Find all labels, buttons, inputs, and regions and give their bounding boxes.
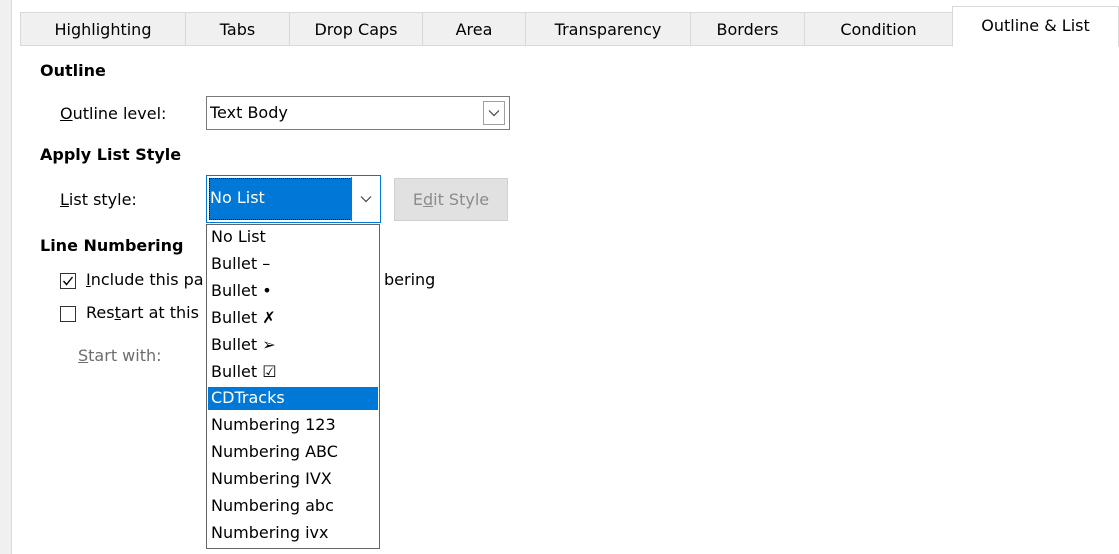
tab-borders[interactable]: Borders <box>690 12 805 46</box>
apply-list-style-heading: Apply List Style <box>40 145 182 164</box>
list-option-cdtracks[interactable]: CDTracks <box>208 387 378 410</box>
list-style-value: No List <box>209 178 352 220</box>
tab-label: Transparency <box>554 19 662 39</box>
label-text: nclude this pa <box>90 270 204 289</box>
list-option-numbering-ivx-lower[interactable]: Numbering ivx <box>208 522 378 545</box>
edit-style-button[interactable]: Ed it Style <box>394 178 508 221</box>
chevron-down-icon[interactable] <box>483 101 505 125</box>
outline-level-value: Text Body <box>210 103 288 122</box>
list-style-dropdown[interactable]: No List <box>206 175 381 223</box>
button-text: E <box>412 190 423 209</box>
checkmark-icon <box>62 276 74 286</box>
button-text: it Style <box>433 190 490 209</box>
tab-drop-caps[interactable]: Drop Caps <box>289 12 423 46</box>
accelerator-char: L <box>60 190 69 209</box>
tab-label: Area <box>455 19 493 39</box>
tab-label: Outline & List <box>981 16 1090 35</box>
tab-outline-and-list[interactable]: Outline & List <box>952 6 1119 47</box>
tab-label: Borders <box>716 19 779 39</box>
tab-label: Highlighting <box>54 19 152 39</box>
list-option-bullet-checkbox[interactable]: Bullet ☑ <box>208 361 378 384</box>
dialog-left-border <box>11 0 12 554</box>
dialog-left-edge <box>0 0 11 554</box>
list-option-numbering-abc-upper[interactable]: Numbering ABC <box>208 441 378 464</box>
list-option-no-list[interactable]: No List <box>208 226 378 249</box>
include-line-numbering-checkbox[interactable] <box>60 273 76 289</box>
list-option-bullet-arrow[interactable]: Bullet ➢ <box>208 334 378 357</box>
label-text: ist style: <box>68 190 137 209</box>
outline-level-dropdown[interactable]: Text Body <box>206 96 510 130</box>
outline-level-label: Outline level: <box>60 104 166 123</box>
label-text: utline level: <box>72 104 167 123</box>
list-option-numbering-123[interactable]: Numbering 123 <box>208 414 378 437</box>
outline-heading: Outline <box>40 61 106 80</box>
restart-numbering-label[interactable]: Restart at this <box>86 303 199 322</box>
tab-tabs[interactable]: Tabs <box>185 12 290 46</box>
include-line-numbering-label[interactable]: Include this pa <box>86 270 204 289</box>
line-numbering-heading: Line Numbering <box>40 236 184 255</box>
list-option-bullet-x[interactable]: Bullet ✗ <box>208 307 378 330</box>
list-style-options-popup: No List Bullet – Bullet • Bullet ✗ Bulle… <box>206 224 380 549</box>
tab-label: Drop Caps <box>314 19 398 39</box>
include-line-numbering-label-tail: bering <box>384 270 436 289</box>
tab-area[interactable]: Area <box>422 12 526 46</box>
tab-label: Condition <box>840 19 917 39</box>
list-option-numbering-abc-lower[interactable]: Numbering abc <box>208 495 378 518</box>
label-text: art at this <box>120 303 199 322</box>
chevron-down-icon[interactable] <box>351 177 379 221</box>
label-text: tart with: <box>88 346 162 365</box>
list-option-bullet-dash[interactable]: Bullet – <box>208 253 378 276</box>
tab-transparency[interactable]: Transparency <box>525 12 691 46</box>
tab-label: Tabs <box>219 19 256 39</box>
tab-highlighting[interactable]: Highlighting <box>20 12 186 46</box>
list-style-label: List style: <box>60 190 137 209</box>
accelerator-char: S <box>78 346 89 365</box>
accelerator-char: O <box>60 104 73 123</box>
accelerator-char: d <box>422 190 434 209</box>
label-text: Res <box>86 303 115 322</box>
restart-numbering-checkbox[interactable] <box>60 306 76 322</box>
list-option-bullet-dot[interactable]: Bullet • <box>208 280 378 303</box>
list-option-numbering-ivx-upper[interactable]: Numbering IVX <box>208 468 378 491</box>
tab-bar: Highlighting Tabs Drop Caps Area Transpa… <box>20 0 1119 47</box>
tab-condition[interactable]: Condition <box>804 12 953 46</box>
start-with-label: Start with: <box>78 346 162 365</box>
